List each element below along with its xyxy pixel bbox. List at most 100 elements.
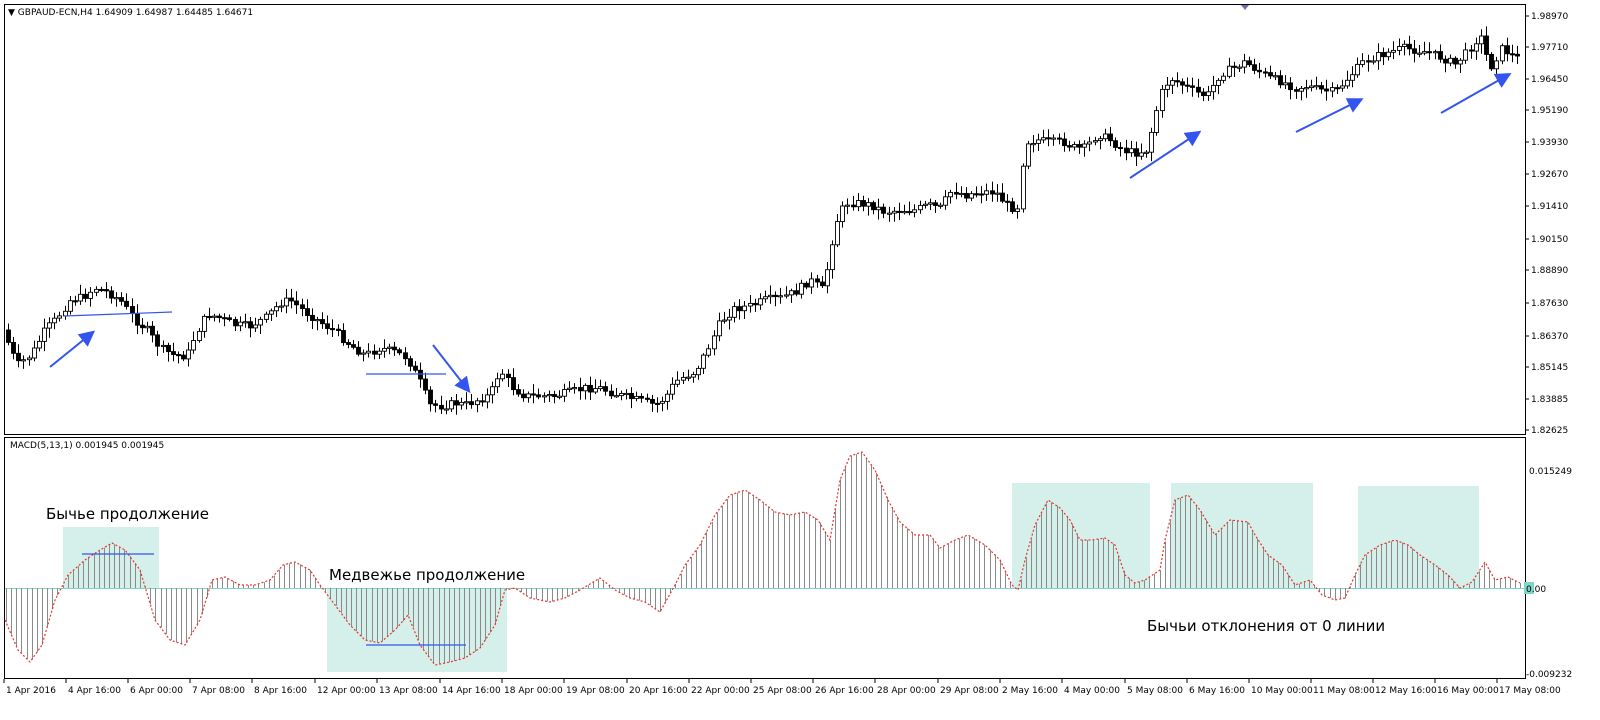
bull-candle <box>938 204 943 207</box>
bull-candle <box>1072 144 1077 148</box>
bear-candle <box>408 358 413 367</box>
bear-candle <box>964 192 969 199</box>
chart-shift-marker[interactable] <box>1241 5 1249 10</box>
bull-candle <box>856 200 861 208</box>
chart-window[interactable]: 1.98970 1.97710 1.96450 1.95190 1.93930 1.926… <box>0 0 1600 716</box>
bull-candle <box>583 384 588 392</box>
bear-candle <box>217 315 222 319</box>
bull-candle <box>1422 51 1427 54</box>
bull-candle <box>464 401 469 404</box>
bear-candle <box>341 330 346 344</box>
bear-candle <box>99 288 104 292</box>
resistance-line <box>64 311 173 317</box>
bear-candle <box>974 193 979 196</box>
price-pane[interactable] <box>4 4 1526 435</box>
time-tick-label: 4 Apr 16:00 <box>68 686 121 696</box>
bull-candle <box>1330 87 1335 92</box>
bear-candle <box>1232 65 1237 68</box>
bear-candle <box>403 352 408 360</box>
bear-candle <box>511 377 516 391</box>
bull-candle <box>1402 43 1407 47</box>
bull-candle <box>161 344 166 348</box>
bull-candle <box>1160 88 1165 112</box>
bull-candle <box>701 354 706 369</box>
bear-candle <box>737 306 742 312</box>
bull-candle <box>1448 57 1453 64</box>
bull-candle <box>1417 52 1422 55</box>
bear-candle <box>506 373 511 379</box>
bull-candle <box>377 350 382 355</box>
bull-candle <box>1082 143 1087 148</box>
bull-candle <box>449 400 454 410</box>
bull-candle <box>186 349 191 360</box>
bull-candle <box>717 320 722 337</box>
bear-candle <box>1257 69 1262 73</box>
dropdown-triangle-icon[interactable]: ▼ <box>8 8 15 18</box>
bull-candle <box>619 393 624 397</box>
bear-candle <box>166 344 171 353</box>
price-tick-label: 1.97710 <box>1531 43 1568 53</box>
bull-candle <box>732 306 737 318</box>
bull-candle <box>912 209 917 213</box>
trend-arrow <box>1440 73 1512 114</box>
price-tick-label: 1.95190 <box>1531 106 1568 116</box>
bearish-continuation-label: Медвежье продолжение <box>329 566 526 584</box>
symbol-header: ▼ GBPAUD-ECN,H4 1.64909 1.64987 1.64485 … <box>8 8 253 18</box>
bull-candle <box>670 383 675 395</box>
bear-candle <box>320 319 325 325</box>
time-tick-label: 14 Apr 16:00 <box>442 686 501 696</box>
bear-candle <box>124 300 129 307</box>
price-tick-label: 1.82625 <box>1531 426 1568 436</box>
bull-candle <box>21 359 26 362</box>
bull-candle <box>969 193 974 199</box>
bull-candle <box>253 324 258 329</box>
price-tick-label: 1.91410 <box>1531 202 1568 212</box>
bull-candle <box>634 395 639 400</box>
trend-arrow <box>432 344 471 394</box>
bull-candle <box>1129 148 1134 154</box>
bull-candle <box>490 386 495 396</box>
bear-candle <box>428 389 433 405</box>
time-tick-label: 17 May 08:00 <box>1499 686 1561 696</box>
bear-candle <box>1319 85 1324 90</box>
bull-candle <box>68 300 73 312</box>
bear-candle <box>861 200 866 207</box>
time-tick-label: 8 Apr 16:00 <box>254 686 307 696</box>
bear-candle <box>536 394 541 398</box>
bear-candle <box>248 321 253 329</box>
bull-candle <box>1015 208 1020 212</box>
bear-candle <box>990 190 995 195</box>
bull-candle <box>202 315 207 332</box>
bear-candle <box>351 344 356 348</box>
trend-arrow <box>49 330 96 368</box>
bull-candle <box>1098 138 1103 142</box>
bull-candle <box>1165 84 1170 90</box>
chart-canvas[interactable]: 1.98970 1.97710 1.96450 1.95190 1.93930 1.926… <box>0 0 1600 716</box>
bear-candle <box>603 386 608 392</box>
bull-candle <box>243 321 248 324</box>
bull-candle <box>1026 143 1031 167</box>
bull-candle <box>748 302 753 307</box>
bull-candle <box>835 221 840 246</box>
bull-candle <box>866 202 871 207</box>
bear-candle <box>954 191 959 195</box>
bear-candle <box>1196 86 1201 93</box>
time-tick-label: 13 Apr 08:00 <box>379 686 438 696</box>
bear-candle <box>753 302 758 306</box>
bear-candle <box>1190 85 1195 88</box>
bear-candle <box>140 324 145 329</box>
time-tick-label: 12 May 16:00 <box>1375 686 1437 696</box>
bull-candle <box>94 288 99 293</box>
bear-candle <box>1366 60 1371 63</box>
bull-candle <box>598 386 603 390</box>
bull-candle <box>1494 60 1499 70</box>
bear-candle <box>1057 137 1062 140</box>
bull-candle <box>475 400 480 406</box>
bull-candle <box>27 357 32 361</box>
bear-candle <box>155 334 160 347</box>
bull-candle <box>665 393 670 402</box>
bear-candle <box>1335 87 1340 90</box>
bull-candle <box>1283 82 1288 86</box>
bull-candle <box>902 211 907 214</box>
ohlc-values: 1.64909 1.64987 1.64485 1.64671 <box>95 8 254 18</box>
